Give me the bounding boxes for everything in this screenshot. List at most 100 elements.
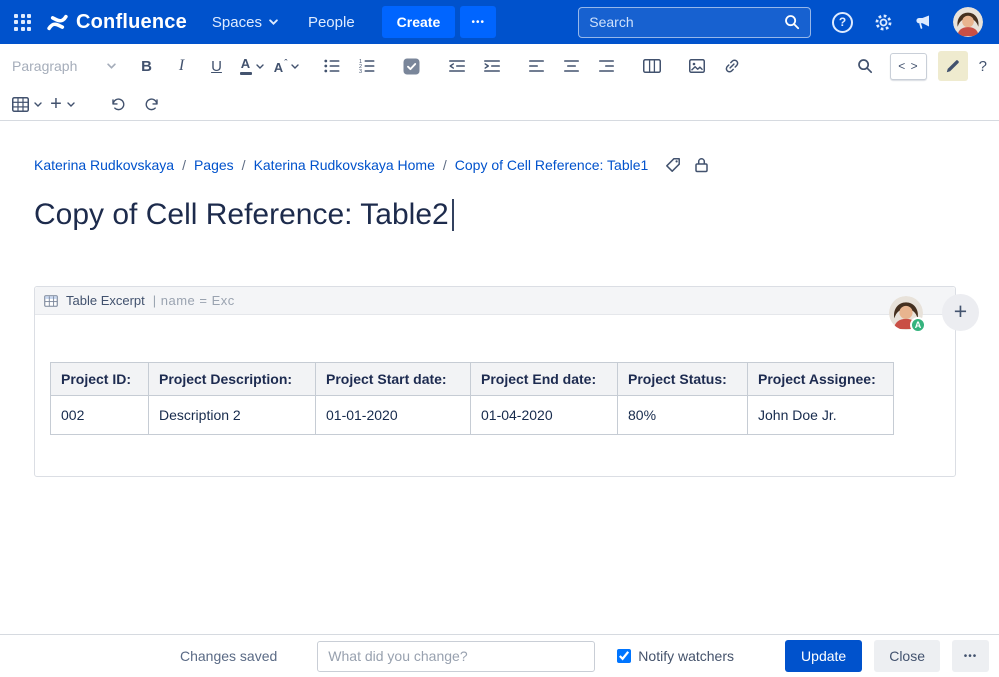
help-button[interactable]: ? [832, 11, 853, 33]
labels-button[interactable] [665, 157, 681, 173]
cell-status[interactable]: 80% [617, 395, 748, 435]
settings-button[interactable] [874, 13, 893, 32]
link-icon [725, 59, 738, 73]
paragraph-style-select[interactable]: Paragraph [12, 58, 116, 74]
macro-name: Table Excerpt [66, 293, 145, 308]
chevron-down-icon [269, 19, 278, 25]
insert-link-button[interactable] [717, 51, 746, 81]
lock-icon [695, 158, 709, 173]
nav-people[interactable]: People [293, 6, 370, 38]
svg-text:3: 3 [359, 69, 362, 73]
numbered-list-button[interactable]: 1 2 3 [352, 51, 381, 81]
text-color-button[interactable]: A [237, 51, 266, 81]
chevron-down-icon [34, 101, 42, 107]
redo-icon [145, 97, 158, 110]
editing-user-avatar[interactable]: A [889, 295, 926, 333]
page-title-input[interactable]: Copy of Cell Reference: Table2 [34, 198, 999, 232]
bullet-list-button[interactable] [317, 51, 346, 81]
version-comment-input[interactable] [317, 640, 596, 672]
page-layout-icon [642, 59, 661, 73]
search-icon [785, 15, 800, 30]
search-input[interactable] [589, 14, 777, 30]
underline-button[interactable]: U [202, 51, 231, 81]
source-code-button[interactable]: < > [890, 52, 927, 80]
bullet-list-icon [323, 59, 339, 73]
editor-footer-bar: Changes saved Notify watchers Update Clo… [0, 634, 999, 677]
page-layout-button[interactable] [637, 51, 666, 81]
save-status-text: Changes saved [180, 648, 278, 664]
cell-project-id[interactable]: 002 [50, 395, 149, 435]
indent-icon [483, 60, 500, 72]
col-header-status[interactable]: Project Status: [617, 362, 748, 396]
italic-button[interactable]: I [167, 51, 196, 81]
text-cursor [451, 199, 454, 231]
col-header-assignee[interactable]: Project Assignee: [747, 362, 894, 396]
breadcrumb-actions [665, 157, 709, 173]
insert-table-button[interactable] [12, 89, 42, 119]
cell-start-date[interactable]: 01-01-2020 [315, 395, 471, 435]
indent-button[interactable] [477, 51, 506, 81]
text-color-icon: A [239, 57, 252, 75]
feedback-button[interactable] [914, 14, 932, 30]
more-formatting-icon: Aˆ [273, 57, 288, 75]
nav-spaces-label: Spaces [211, 13, 262, 31]
nav-spaces[interactable]: Spaces [197, 6, 293, 38]
create-button[interactable]: Create [381, 6, 456, 38]
app-switcher-button[interactable] [14, 13, 31, 31]
align-left-button[interactable] [522, 51, 551, 81]
macro-header[interactable]: Table Excerpt | name = Exc [35, 287, 955, 315]
apps-grid-icon [14, 13, 31, 31]
breadcrumb-link-current[interactable]: Copy of Cell Reference: Table1 [455, 157, 649, 173]
col-header-end-date[interactable]: Project End date: [470, 362, 618, 396]
outdent-button[interactable] [442, 51, 471, 81]
page-collaborators: A + [889, 294, 979, 333]
table-excerpt-macro[interactable]: Table Excerpt | name = Exc Project ID: P… [34, 286, 956, 477]
text-format-group: B I U A Aˆ [132, 51, 301, 81]
chevron-down-icon [255, 63, 264, 69]
macro-table-icon [44, 294, 58, 307]
table-header-row: Project ID: Project Description: Project… [50, 362, 894, 396]
update-button[interactable]: Update [785, 640, 863, 672]
cell-end-date[interactable]: 01-04-2020 [470, 395, 618, 435]
breadcrumb-link-home[interactable]: Katerina Rudkovskaya Home [254, 157, 435, 173]
bold-button[interactable]: B [132, 51, 161, 81]
align-center-button[interactable] [557, 51, 586, 81]
insert-image-button[interactable] [682, 51, 711, 81]
undo-redo-group [103, 89, 167, 119]
align-group [522, 51, 621, 81]
col-header-project-id[interactable]: Project ID: [50, 362, 149, 396]
redo-button[interactable] [138, 89, 167, 119]
header-more-button[interactable]: ••• [460, 6, 497, 38]
numbered-list-icon: 1 2 3 [359, 59, 374, 73]
confluence-logo[interactable]: Confluence [47, 11, 187, 34]
more-formatting-button[interactable]: Aˆ [272, 51, 301, 81]
notify-watchers-control: Notify watchers [617, 648, 734, 664]
global-search[interactable] [578, 6, 812, 38]
undo-button[interactable] [103, 89, 132, 119]
breadcrumb-link-user[interactable]: Katerina Rudkovskaya [34, 157, 174, 173]
find-replace-button[interactable] [850, 51, 879, 81]
align-right-button[interactable] [592, 51, 621, 81]
footer-more-button[interactable]: ••• [952, 640, 989, 672]
breadcrumb-separator: / [182, 157, 186, 173]
invite-editors-button[interactable]: + [942, 294, 979, 331]
cell-assignee[interactable]: John Doe Jr. [747, 395, 894, 435]
align-right-icon [599, 60, 614, 72]
pen-icon [946, 59, 959, 72]
col-header-description[interactable]: Project Description: [148, 362, 316, 396]
editor-help-button[interactable]: ? [979, 58, 987, 75]
list-group: 1 2 3 [317, 51, 381, 81]
restrictions-button[interactable] [694, 157, 709, 173]
megaphone-icon [916, 15, 929, 29]
insert-more-button[interactable]: + [48, 89, 77, 119]
close-button[interactable]: Close [874, 640, 940, 672]
cell-description[interactable]: Description 2 [148, 395, 316, 435]
task-list-button[interactable] [397, 51, 426, 81]
notify-watchers-checkbox[interactable] [617, 649, 632, 663]
project-table[interactable]: Project ID: Project Description: Project… [50, 362, 894, 435]
breadcrumb-link-pages[interactable]: Pages [194, 157, 234, 173]
insert-table-group: + [12, 89, 77, 119]
profile-avatar[interactable] [953, 7, 983, 37]
draw-annotate-button[interactable] [937, 51, 968, 81]
col-header-start-date[interactable]: Project Start date: [315, 362, 471, 396]
